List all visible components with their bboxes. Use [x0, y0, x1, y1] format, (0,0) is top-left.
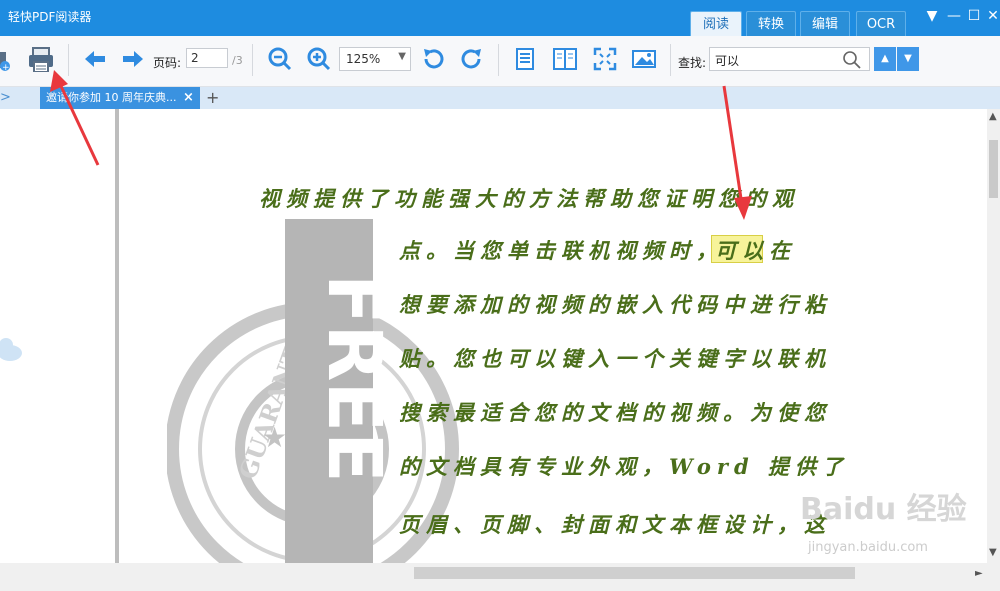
baidu-watermark-logo: Baidu 经验 [800, 492, 967, 527]
baidu-watermark-url: jingyan.baidu.com [808, 540, 928, 555]
